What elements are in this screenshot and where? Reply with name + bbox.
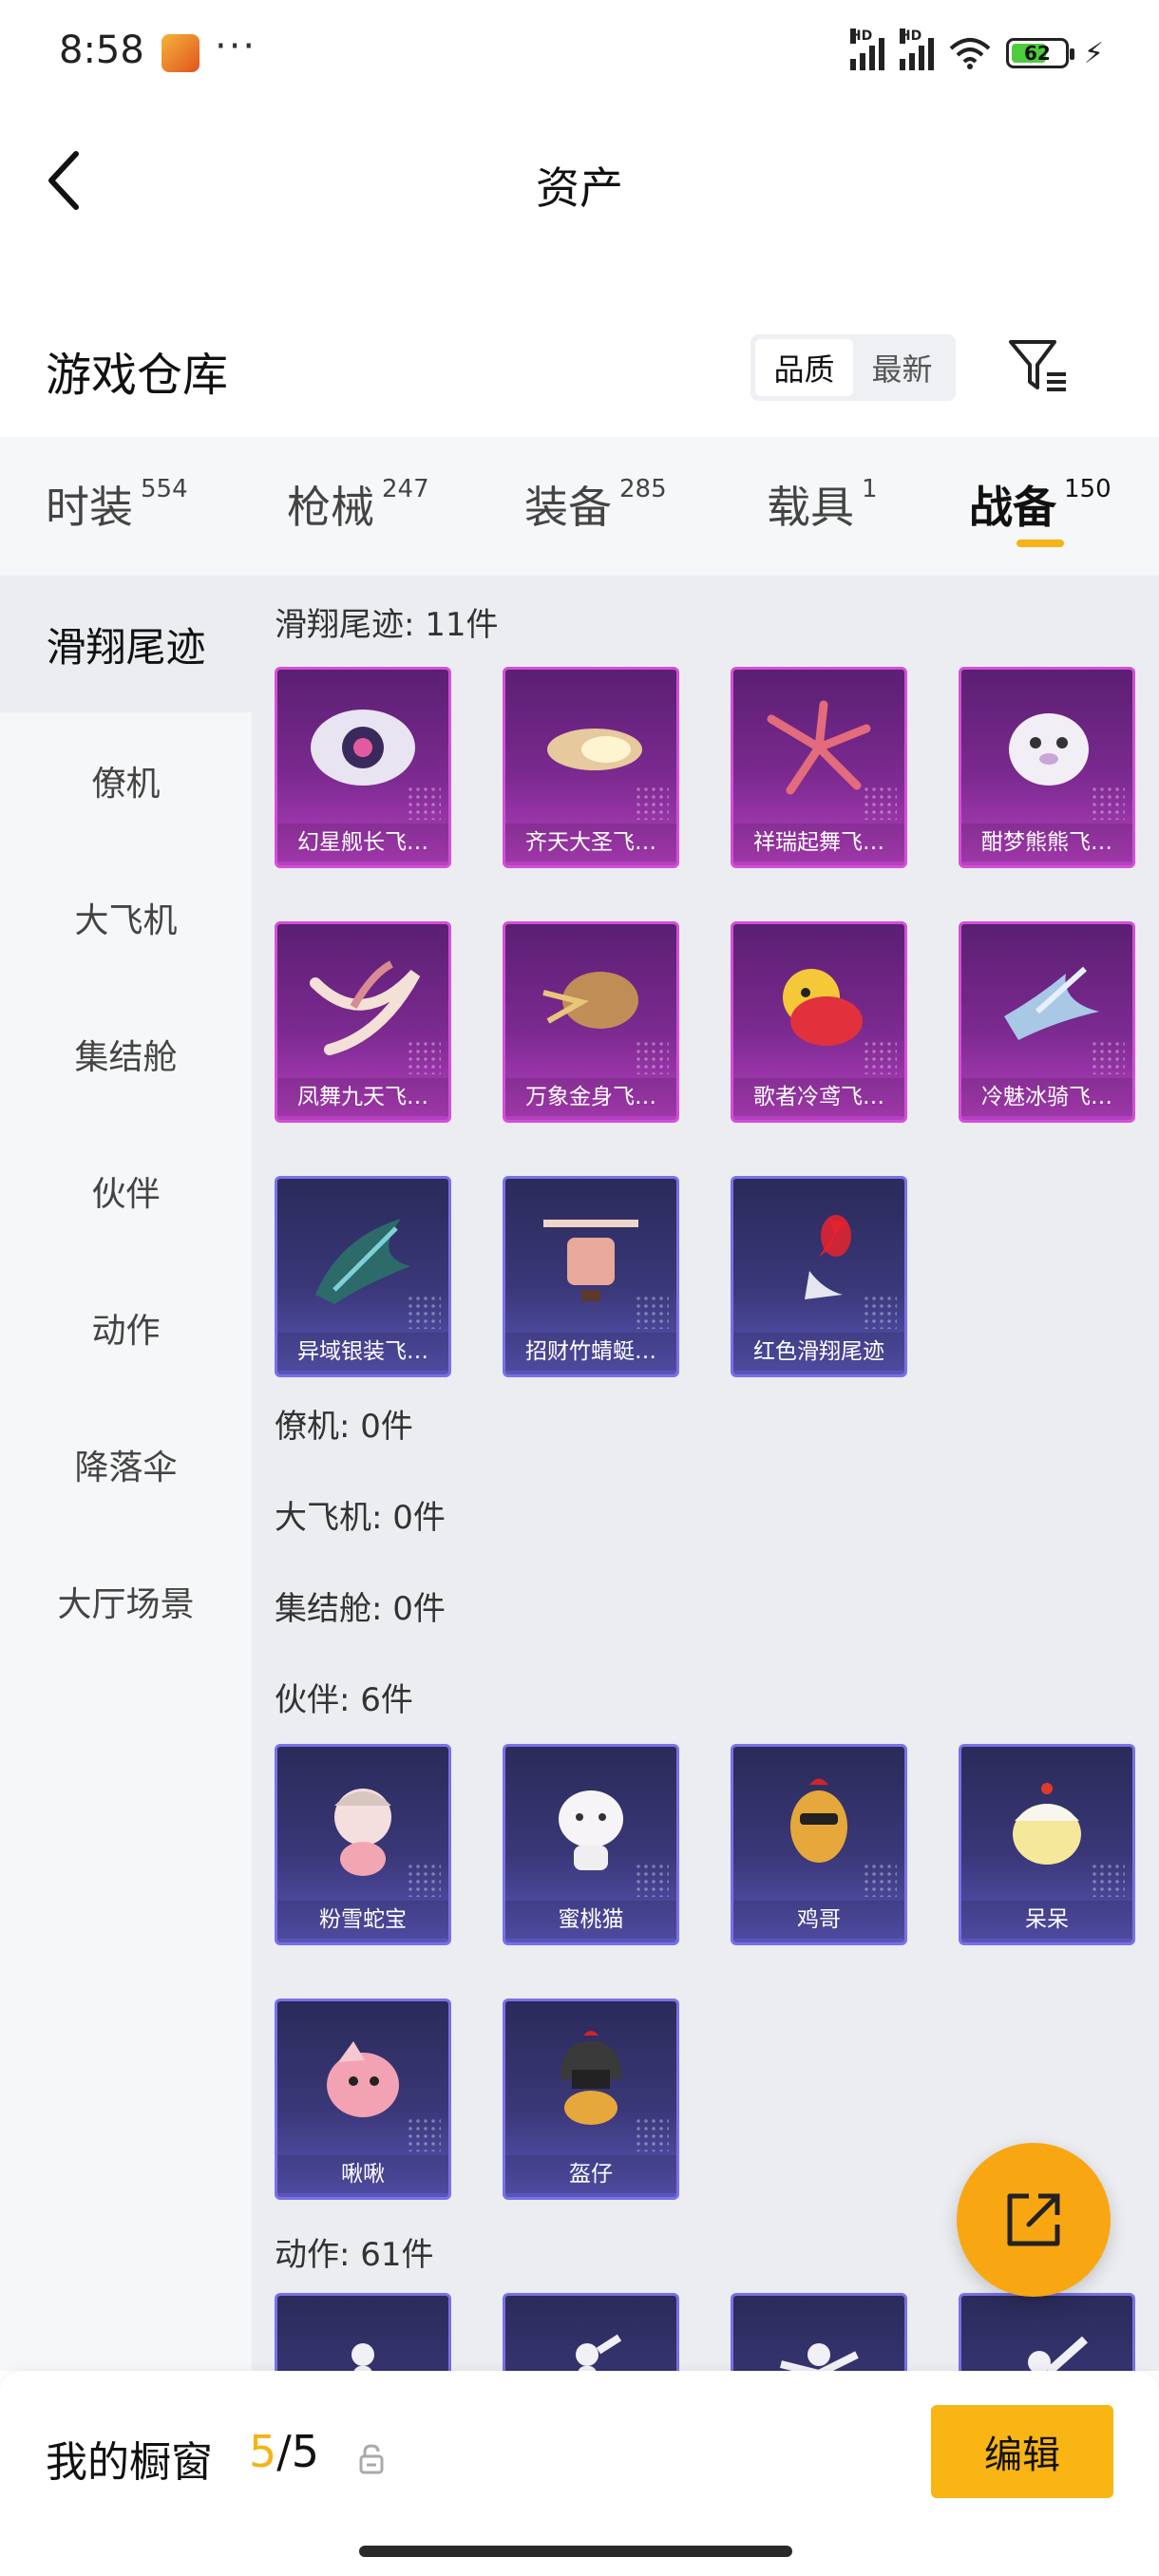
item-card[interactable]: 粉雪蛇宝: [275, 1744, 451, 1945]
signal-icon: HD: [849, 28, 884, 70]
battery-icon: 62: [1005, 38, 1074, 68]
sidebar-item-plane[interactable]: 大飞机: [0, 849, 252, 986]
item-image: [961, 2296, 1132, 2371]
lock-icon: [359, 2444, 384, 2474]
sort-newest-button[interactable]: 最新: [853, 339, 951, 396]
section-label-pod: 集结舱: 0件: [275, 1590, 446, 1628]
item-name: 歌者冷鸢飞…: [733, 1078, 904, 1116]
item-name: 凤舞九天飞…: [277, 1078, 448, 1116]
tab-vehicles[interactable]: 载具 1: [767, 473, 878, 536]
app-notification-icon: [162, 34, 200, 72]
signal-icon-2: HD: [899, 28, 934, 70]
item-card[interactable]: 齐天大圣飞…: [503, 667, 679, 868]
section-label-emote: 动作: 61件: [275, 2236, 434, 2274]
item-name: 啾啾: [277, 2155, 448, 2193]
sidebar: 滑翔尾迹 僚机 大飞机 集结舱 伙伴 动作 降落伞 大厅场景: [0, 576, 252, 2371]
item-card[interactable]: 歌者冷鸢飞…: [731, 921, 907, 1123]
item-name: 齐天大圣飞…: [505, 824, 676, 862]
item-card[interactable]: 祥瑞起舞飞…: [731, 667, 907, 868]
showcase-count: 5/5: [249, 2426, 320, 2477]
item-name: 祥瑞起舞飞…: [733, 824, 904, 862]
item-card[interactable]: [275, 2293, 451, 2371]
tab-weapons[interactable]: 枪械 247: [287, 473, 429, 536]
sidebar-item-companion[interactable]: 伙伴: [0, 1123, 252, 1260]
page-title: 资产: [536, 162, 623, 214]
item-card[interactable]: [731, 2293, 907, 2371]
item-image: [733, 2296, 904, 2371]
showcase-label: 我的橱窗: [46, 2438, 213, 2487]
item-name: 酣梦熊熊飞…: [961, 824, 1132, 862]
item-card[interactable]: 招财竹蜻蜓…: [503, 1176, 679, 1377]
item-card[interactable]: 啾啾: [275, 1998, 451, 2200]
item-card[interactable]: 呆呆: [959, 1744, 1135, 1945]
warehouse-title: 游戏仓库: [46, 349, 229, 402]
status-icons: HD HD 62 ⚡: [849, 28, 1104, 74]
item-name: 呆呆: [961, 1901, 1132, 1939]
item-card[interactable]: 盔仔: [503, 1998, 679, 2200]
header: 资产: [0, 104, 1159, 247]
share-button[interactable]: [957, 2143, 1111, 2297]
active-tab-indicator: [1016, 540, 1064, 547]
sidebar-item-glide-trail[interactable]: 滑翔尾迹: [0, 576, 252, 712]
sidebar-item-lobby-scene[interactable]: 大厅场景: [0, 1533, 252, 1670]
filter-icon[interactable]: [1005, 336, 1070, 397]
sort-toggle: 品质 最新: [750, 334, 956, 401]
section-label-glide: 滑翔尾迹: 11件: [275, 606, 499, 644]
tab-equipment[interactable]: 装备 285: [524, 473, 667, 536]
item-name: 蜜桃猫: [505, 1901, 676, 1939]
more-notifications-icon: ···: [215, 25, 257, 68]
sidebar-item-emote[interactable]: 动作: [0, 1260, 252, 1396]
item-card[interactable]: 幻星舰长飞…: [275, 667, 451, 868]
item-name: 红色滑翔尾迹: [733, 1333, 904, 1371]
home-indicator: [359, 2546, 792, 2557]
item-name: 盔仔: [505, 2155, 676, 2193]
item-name: 幻星舰长飞…: [277, 824, 448, 862]
item-name: 万象金身飞…: [505, 1078, 676, 1116]
item-name: 粉雪蛇宝: [277, 1901, 448, 1939]
item-name: 冷魅冰骑飞…: [961, 1078, 1132, 1116]
wifi-icon: [949, 38, 991, 69]
edit-button[interactable]: 编辑: [931, 2405, 1113, 2498]
item-card[interactable]: 酣梦熊熊飞…: [959, 667, 1135, 868]
item-card[interactable]: 红色滑翔尾迹: [731, 1176, 907, 1377]
section-label-wingman: 僚机: 0件: [275, 1408, 413, 1446]
sidebar-item-wingman[interactable]: 僚机: [0, 712, 252, 849]
item-card[interactable]: 异域银装飞…: [275, 1176, 451, 1377]
item-image: [505, 2296, 676, 2371]
sort-quality-button[interactable]: 品质: [755, 339, 853, 396]
item-name: 鸡哥: [733, 1901, 904, 1939]
battery-level: 62: [1024, 42, 1051, 65]
item-name: 招财竹蜻蜓…: [505, 1333, 676, 1371]
item-card[interactable]: 冷魅冰骑飞…: [959, 921, 1135, 1123]
item-card[interactable]: 万象金身飞…: [503, 921, 679, 1123]
item-list: 滑翔尾迹: 11件 幻星舰长飞… 齐天大圣飞… 祥瑞起舞飞… 酣梦熊熊飞… 凤舞…: [252, 576, 1159, 2371]
section-label-plane: 大飞机: 0件: [275, 1499, 446, 1537]
category-tabs: 时装 554 枪械 247 装备 285 载具 1 战备 150: [0, 437, 1159, 576]
item-card[interactable]: [959, 2293, 1135, 2371]
status-time: 8:58: [59, 28, 144, 72]
status-bar: 8:58 ··· HD HD 62 ⚡: [0, 0, 1159, 104]
item-card[interactable]: 鸡哥: [731, 1744, 907, 1945]
item-image: [277, 2296, 448, 2371]
share-icon: [1007, 2193, 1060, 2246]
item-name: 异域银装飞…: [277, 1333, 448, 1371]
tab-readiness[interactable]: 战备 150: [969, 473, 1112, 536]
tab-fashion[interactable]: 时装 554: [46, 473, 188, 536]
charging-icon: ⚡: [1083, 36, 1104, 70]
item-card[interactable]: 蜜桃猫: [503, 1744, 679, 1945]
section-label-companion: 伙伴: 6件: [275, 1681, 413, 1719]
sidebar-item-parachute[interactable]: 降落伞: [0, 1396, 252, 1533]
item-card[interactable]: [503, 2293, 679, 2371]
item-card[interactable]: 凤舞九天飞…: [275, 921, 451, 1123]
sidebar-item-pod[interactable]: 集结舱: [0, 986, 252, 1123]
